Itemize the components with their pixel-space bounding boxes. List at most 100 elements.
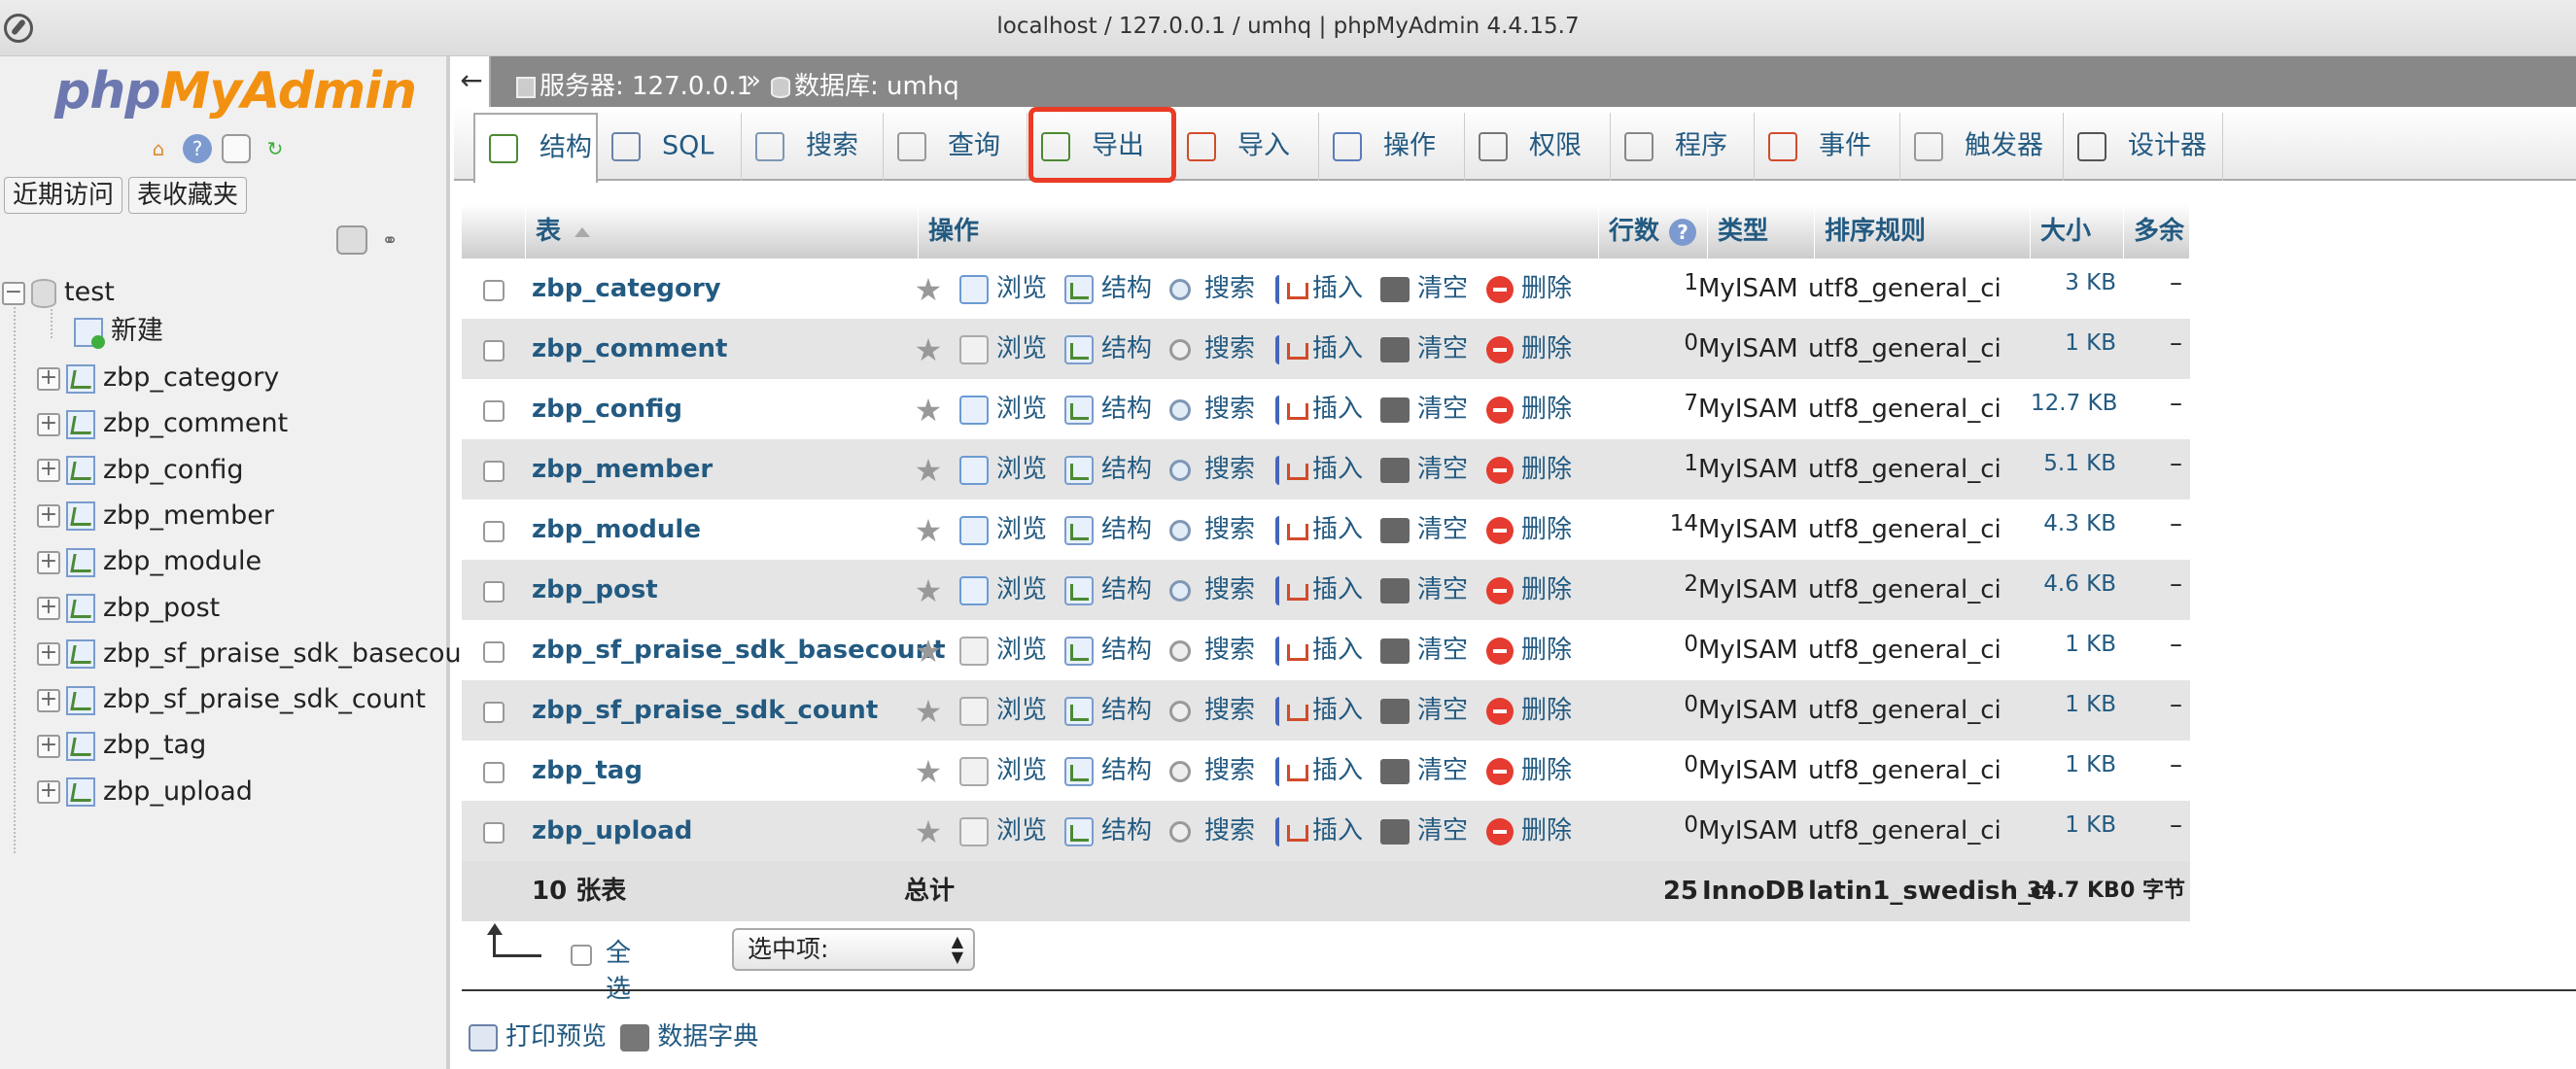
action-search[interactable]: 搜索 — [1169, 801, 1255, 861]
action-insert[interactable]: 插入 — [1275, 259, 1363, 319]
favorites-button[interactable]: 表收藏夹 — [128, 177, 248, 214]
row-checkbox[interactable] — [483, 521, 505, 542]
data-dictionary-link[interactable]: 数据字典 — [620, 1017, 758, 1052]
size-link[interactable]: 1 KB — [2031, 801, 2116, 861]
action-browse[interactable]: 浏览 — [959, 680, 1047, 741]
table-name-link[interactable]: zbp_post — [532, 560, 658, 620]
tree-table-item[interactable]: + zbp_member — [37, 497, 274, 535]
tree-db-test[interactable]: − test — [2, 273, 115, 312]
expand-toggle-icon[interactable]: + — [37, 688, 60, 712]
expand-toggle-icon[interactable]: + — [37, 734, 60, 758]
expand-toggle-icon[interactable]: + — [37, 412, 60, 436]
action-search[interactable]: 搜索 — [1169, 741, 1255, 801]
tab-wrench[interactable]: 操作 — [1319, 113, 1465, 181]
expand-toggle-icon[interactable]: + — [37, 459, 60, 483]
tab-search[interactable]: 搜索 — [742, 113, 884, 181]
row-checkbox[interactable] — [483, 400, 505, 422]
action-structure[interactable]: 结构 — [1064, 560, 1152, 620]
row-checkbox[interactable] — [483, 822, 505, 844]
size-link[interactable]: 1 KB — [2031, 680, 2116, 741]
action-browse[interactable]: 浏览 — [959, 319, 1047, 379]
action-structure[interactable]: 结构 — [1064, 319, 1152, 379]
favorite-star[interactable]: ★ — [914, 680, 951, 741]
table-name-link[interactable]: zbp_sf_praise_sdk_count — [532, 680, 878, 741]
action-search[interactable]: 搜索 — [1169, 379, 1255, 439]
favorite-star[interactable]: ★ — [914, 801, 951, 861]
tree-new-table[interactable]: 新建 — [74, 312, 163, 351]
table-name-link[interactable]: zbp_category — [532, 259, 721, 319]
action-drop[interactable]: 删除 — [1486, 319, 1572, 379]
expand-toggle-icon[interactable]: + — [37, 366, 60, 391]
action-search[interactable]: 搜索 — [1169, 319, 1255, 379]
action-insert[interactable]: 插入 — [1275, 319, 1363, 379]
help-icon[interactable]: ? — [1669, 218, 1697, 246]
action-search[interactable]: 搜索 — [1169, 439, 1255, 500]
tab-sql[interactable]: SQL — [598, 113, 742, 181]
size-link[interactable]: 5.1 KB — [2031, 439, 2116, 500]
expand-toggle-icon[interactable]: + — [37, 780, 60, 805]
link-icon[interactable]: ⚭ — [375, 225, 404, 255]
tree-table-item[interactable]: + zbp_sf_praise_sdk_count — [37, 680, 426, 719]
favorite-star[interactable]: ★ — [914, 560, 951, 620]
action-empty[interactable]: 清空 — [1380, 801, 1468, 861]
expand-toggle-icon[interactable]: + — [37, 550, 60, 574]
table-name-link[interactable]: zbp_member — [532, 439, 713, 500]
action-empty[interactable]: 清空 — [1380, 741, 1468, 801]
action-insert[interactable]: 插入 — [1275, 801, 1363, 861]
header-table[interactable]: 表 — [526, 204, 919, 259]
row-checkbox[interactable] — [483, 702, 505, 723]
action-structure[interactable]: 结构 — [1064, 680, 1152, 741]
recent-button[interactable]: 近期访问 — [4, 177, 123, 214]
tab-designer[interactable]: 设计器 — [2064, 113, 2223, 181]
header-size[interactable]: 大小 — [2031, 204, 2124, 259]
favorite-star[interactable]: ★ — [914, 259, 951, 319]
action-drop[interactable]: 删除 — [1486, 500, 1572, 560]
action-insert[interactable]: 插入 — [1275, 439, 1363, 500]
row-checkbox[interactable] — [483, 581, 505, 603]
favorite-star[interactable]: ★ — [914, 439, 951, 500]
row-checkbox[interactable] — [483, 641, 505, 663]
action-structure[interactable]: 结构 — [1064, 379, 1152, 439]
collapse-all-icon[interactable] — [336, 225, 367, 255]
row-checkbox[interactable] — [483, 762, 505, 783]
action-empty[interactable]: 清空 — [1380, 379, 1468, 439]
action-empty[interactable]: 清空 — [1380, 680, 1468, 741]
action-structure[interactable]: 结构 — [1064, 500, 1152, 560]
action-empty[interactable]: 清空 — [1380, 319, 1468, 379]
tab-triggers[interactable]: 触发器 — [1900, 113, 2064, 181]
action-search[interactable]: 搜索 — [1169, 259, 1255, 319]
back-arrow-icon[interactable]: ← — [454, 56, 491, 107]
action-structure[interactable]: 结构 — [1064, 259, 1152, 319]
tree-table-item[interactable]: + zbp_comment — [37, 404, 288, 443]
favorite-star[interactable]: ★ — [914, 500, 951, 560]
tab-privileges[interactable]: 权限 — [1465, 113, 1611, 181]
tree-table-item[interactable]: + zbp_tag — [37, 726, 206, 765]
action-structure[interactable]: 结构 — [1064, 620, 1152, 680]
tab-import[interactable]: 导入 — [1173, 113, 1319, 181]
expand-toggle-icon[interactable]: + — [37, 597, 60, 620]
tree-table-item[interactable]: + zbp_config — [37, 451, 244, 490]
action-browse[interactable]: 浏览 — [959, 741, 1047, 801]
row-checkbox[interactable] — [483, 340, 505, 362]
action-drop[interactable]: 删除 — [1486, 620, 1572, 680]
action-empty[interactable]: 清空 — [1380, 560, 1468, 620]
header-rows[interactable]: 行数? — [1599, 204, 1708, 259]
tab-query[interactable]: 查询 — [884, 113, 1027, 181]
expand-toggle-icon[interactable]: + — [37, 642, 60, 667]
size-link[interactable]: 1 KB — [2031, 741, 2116, 801]
action-insert[interactable]: 插入 — [1275, 500, 1363, 560]
tab-routines[interactable]: 程序 — [1611, 113, 1755, 181]
table-name-link[interactable]: zbp_config — [532, 379, 682, 439]
docs-icon[interactable] — [222, 134, 251, 163]
action-browse[interactable]: 浏览 — [959, 620, 1047, 680]
action-browse[interactable]: 浏览 — [959, 560, 1047, 620]
action-insert[interactable]: 插入 — [1275, 620, 1363, 680]
size-link[interactable]: 1 KB — [2031, 319, 2116, 379]
check-all-checkbox[interactable] — [571, 945, 592, 966]
action-browse[interactable]: 浏览 — [959, 379, 1047, 439]
help-icon[interactable]: ? — [183, 134, 212, 163]
action-drop[interactable]: 删除 — [1486, 379, 1572, 439]
tree-table-item[interactable]: + zbp_post — [37, 589, 220, 628]
action-insert[interactable]: 插入 — [1275, 560, 1363, 620]
size-link[interactable]: 4.3 KB — [2031, 500, 2116, 560]
